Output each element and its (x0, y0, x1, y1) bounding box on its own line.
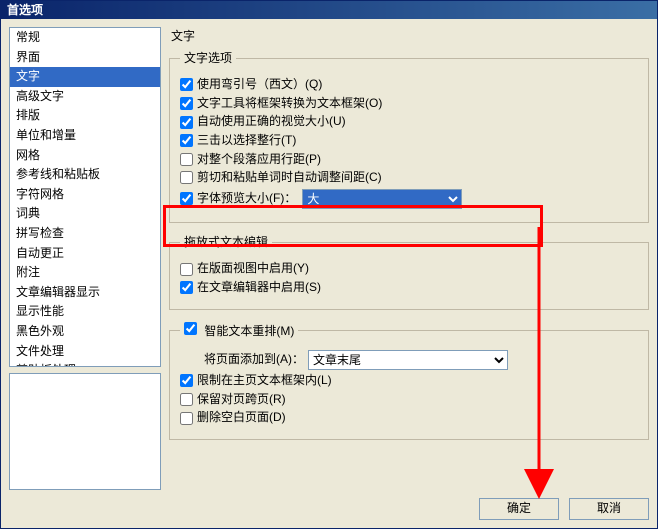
dialog-body: 常规界面文字高级文字排版单位和增量网格参考线和粘贴板字符网格词典拼写检查自动更正… (1, 19, 657, 490)
font-preview-select[interactable]: 小中大特大 (302, 189, 462, 209)
smart-options-list: 限制在主页文本框架内(L) 保留对页跨页(R) 删除空白页面(D) (180, 373, 638, 426)
sidebar-item[interactable]: 网格 (10, 146, 160, 166)
option-checkbox[interactable] (180, 97, 193, 110)
option-checkbox[interactable] (180, 116, 193, 129)
option-row: 保留对页跨页(R) (180, 392, 638, 408)
group-text-options-legend: 文字选项 (180, 51, 236, 67)
option-row: 使用弯引号（西文）(Q) (180, 77, 638, 93)
option-label: 在文章编辑器中启用(S) (197, 280, 321, 296)
option-label: 文字工具将框架转换为文本框架(O) (197, 96, 382, 112)
sidebar-item[interactable]: 拼写检查 (10, 224, 160, 244)
option-label: 在版面视图中启用(Y) (197, 261, 309, 277)
option-checkbox[interactable] (180, 134, 193, 147)
option-label: 自动使用正确的视觉大小(U) (197, 114, 346, 130)
add-pages-row: 将页面添加到(A)： 文章末尾章节末尾文档末尾 (204, 350, 638, 370)
window-title: 首选项 (7, 3, 43, 17)
font-preview-checkbox[interactable] (180, 192, 193, 205)
option-checkbox[interactable] (180, 171, 193, 184)
option-row: 文字工具将框架转换为文本框架(O) (180, 96, 638, 112)
dialog-buttons: 确定 取消 (1, 490, 657, 528)
font-preview-label: 字体预览大小(F)： (197, 191, 296, 207)
sidebar-item[interactable]: 高级文字 (10, 87, 160, 107)
option-row: 三击以选择整行(T) (180, 133, 638, 149)
sidebar-item[interactable]: 黑色外观 (10, 322, 160, 342)
option-row: 自动使用正确的视觉大小(U) (180, 114, 638, 130)
option-row: 对整个段落应用行距(P) (180, 152, 638, 168)
option-checkbox[interactable] (180, 153, 193, 166)
smart-reflow-label: 智能文本重排(M) (204, 324, 294, 338)
option-checkbox[interactable] (180, 412, 193, 425)
group-text-options: 文字选项 使用弯引号（西文）(Q) 文字工具将框架转换为文本框架(O) 自动使用正确… (169, 51, 649, 223)
cancel-button[interactable]: 取消 (569, 498, 649, 520)
page-title: 文字 (169, 27, 649, 51)
sidebar-item[interactable]: 文件处理 (10, 342, 160, 362)
option-row: 限制在主页文本框架内(L) (180, 373, 638, 389)
sidebar-item[interactable]: 参考线和粘贴板 (10, 165, 160, 185)
option-row: 在版面视图中启用(Y) (180, 261, 638, 277)
group-smart-reflow: 智能文本重排(M) 将页面添加到(A)： 文章末尾章节末尾文档末尾 限制在主页文… (169, 322, 649, 440)
add-pages-label: 将页面添加到(A)： (204, 352, 304, 368)
option-row: 删除空白页面(D) (180, 410, 638, 426)
sidebar-item[interactable]: 附注 (10, 263, 160, 283)
sidebar-item[interactable]: 词典 (10, 204, 160, 224)
sidebar-item[interactable]: 自动更正 (10, 244, 160, 264)
sidebar-item[interactable]: 常规 (10, 28, 160, 48)
sidebar-item[interactable]: 排版 (10, 106, 160, 126)
preview-pane (9, 373, 161, 490)
option-label: 剪切和粘贴单词时自动调整间距(C) (197, 170, 382, 186)
group-smart-reflow-legend: 智能文本重排(M) (180, 322, 298, 340)
ok-button[interactable]: 确定 (479, 498, 559, 520)
sidebar-item[interactable]: 单位和增量 (10, 126, 160, 146)
smart-reflow-checkbox[interactable] (184, 322, 197, 335)
sidebar-item[interactable]: 文字 (10, 67, 160, 87)
sidebar-item[interactable]: 界面 (10, 48, 160, 68)
option-checkbox[interactable] (180, 281, 193, 294)
option-label: 使用弯引号（西文）(Q) (197, 77, 322, 93)
option-row: 在文章编辑器中启用(S) (180, 280, 638, 296)
category-list[interactable]: 常规界面文字高级文字排版单位和增量网格参考线和粘贴板字符网格词典拼写检查自动更正… (9, 27, 161, 367)
add-pages-select[interactable]: 文章末尾章节末尾文档末尾 (308, 350, 508, 370)
option-checkbox[interactable] (180, 374, 193, 387)
option-label: 删除空白页面(D) (197, 410, 286, 426)
option-checkbox[interactable] (180, 263, 193, 276)
option-checkbox[interactable] (180, 78, 193, 91)
main-area: 文字 文字选项 使用弯引号（西文）(Q) 文字工具将框架转换为文本框架(O) 自动使… (169, 27, 649, 490)
sidebar: 常规界面文字高级文字排版单位和增量网格参考线和粘贴板字符网格词典拼写检查自动更正… (9, 27, 161, 490)
preferences-dialog: 首选项 常规界面文字高级文字排版单位和增量网格参考线和粘贴板字符网格词典拼写检查… (0, 0, 658, 529)
option-label: 三击以选择整行(T) (197, 133, 296, 149)
text-options-list: 使用弯引号（西文）(Q) 文字工具将框架转换为文本框架(O) 自动使用正确的视觉大小… (180, 77, 638, 186)
group-drag-drop: 拖放式文本编辑 在版面视图中启用(Y) 在文章编辑器中启用(S) (169, 235, 649, 310)
title-bar: 首选项 (1, 1, 657, 19)
option-label: 保留对页跨页(R) (197, 392, 286, 408)
sidebar-item[interactable]: 字符网格 (10, 185, 160, 205)
sidebar-item[interactable]: 显示性能 (10, 302, 160, 322)
group-drag-drop-legend: 拖放式文本编辑 (180, 235, 272, 251)
sidebar-item[interactable]: 文章编辑器显示 (10, 283, 160, 303)
option-label: 限制在主页文本框架内(L) (197, 373, 332, 389)
option-label: 对整个段落应用行距(P) (197, 152, 321, 168)
drag-options-list: 在版面视图中启用(Y) 在文章编辑器中启用(S) (180, 261, 638, 295)
sidebar-item[interactable]: 剪贴板处理 (10, 361, 160, 367)
option-row: 剪切和粘贴单词时自动调整间距(C) (180, 170, 638, 186)
option-checkbox[interactable] (180, 393, 193, 406)
font-preview-row: 字体预览大小(F)： 小中大特大 (180, 189, 638, 209)
